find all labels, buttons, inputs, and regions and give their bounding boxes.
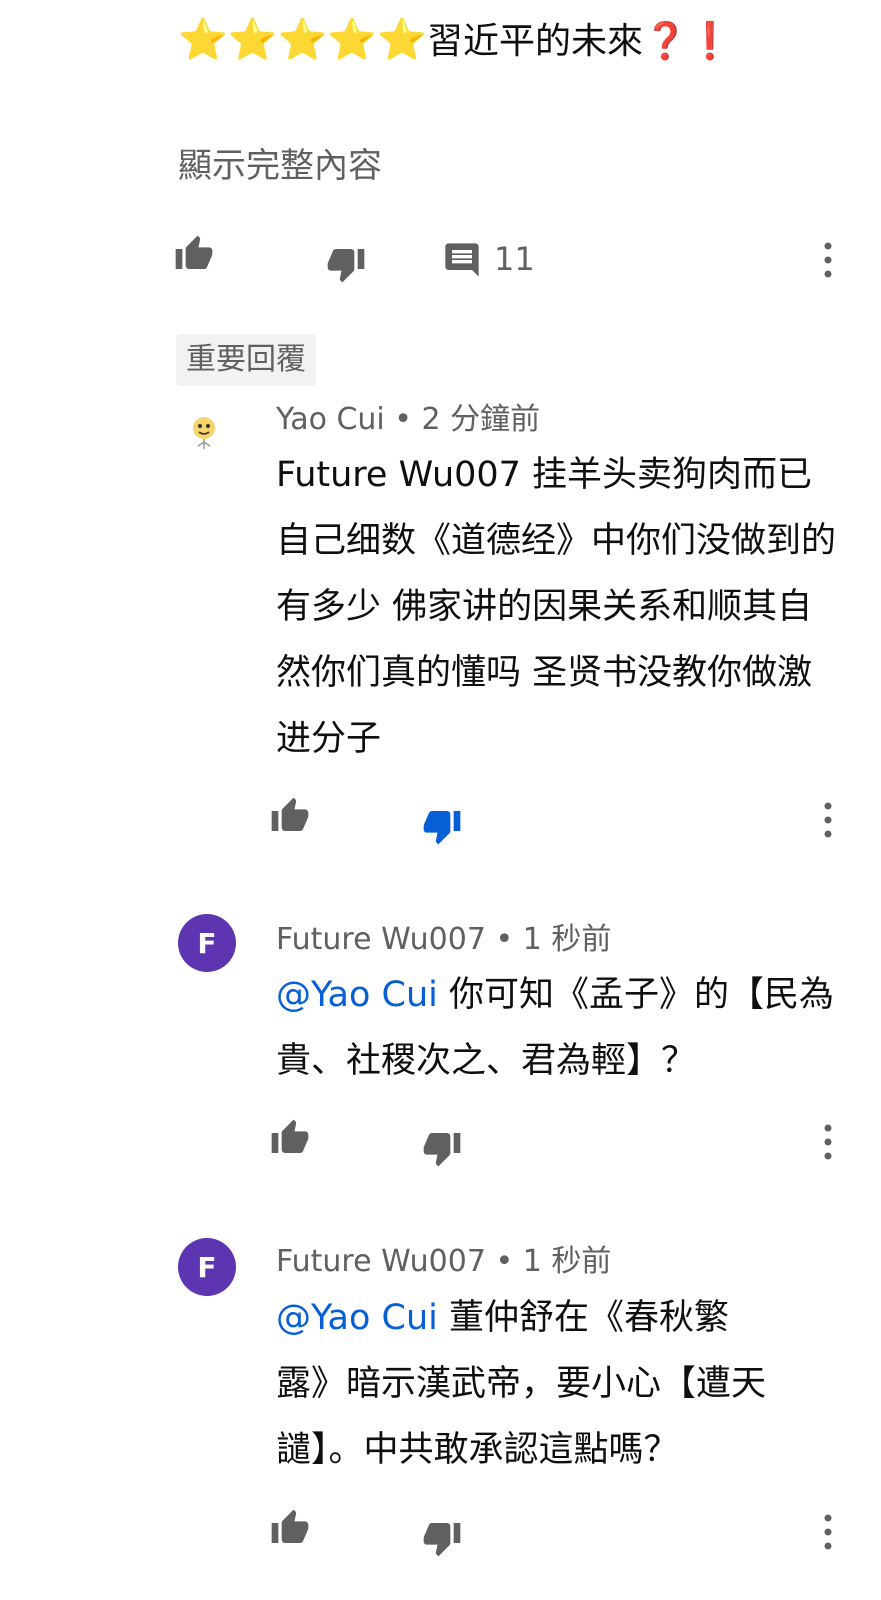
reply-text: Future Wu007 挂羊头卖狗肉而已自己细数《道德经》中你们没做到的有多少… bbox=[276, 442, 846, 772]
avatar[interactable]: F bbox=[178, 914, 236, 972]
dislike-icon-active[interactable] bbox=[422, 806, 462, 846]
parent-comment-text: ⭐⭐⭐⭐⭐習近平的未來❓❗ bbox=[178, 14, 733, 68]
mention-link[interactable]: @Yao Cui bbox=[276, 975, 438, 1015]
timestamp: 2 分鐘前 bbox=[421, 402, 541, 437]
mention-link[interactable]: @Yao Cui bbox=[276, 1298, 438, 1338]
avatar[interactable] bbox=[178, 404, 236, 462]
more-options-icon[interactable] bbox=[822, 1122, 834, 1162]
meta-separator: • bbox=[485, 1244, 523, 1279]
dislike-icon[interactable] bbox=[326, 244, 366, 284]
author-name[interactable]: Future Wu007 bbox=[276, 922, 486, 957]
avatar[interactable]: F bbox=[178, 1238, 236, 1296]
more-options-icon[interactable] bbox=[822, 800, 834, 840]
dislike-icon[interactable] bbox=[422, 1128, 462, 1168]
like-icon[interactable] bbox=[270, 796, 310, 836]
parent-text: 習近平的未來 bbox=[427, 21, 644, 62]
author-name[interactable]: Yao Cui bbox=[276, 402, 385, 437]
comment-icon[interactable] bbox=[442, 240, 482, 280]
reply-meta: Future Wu007 • 1 秒前 bbox=[276, 914, 611, 958]
reply-meta: Yao Cui • 2 分鐘前 bbox=[276, 394, 540, 438]
reply-count: 11 bbox=[494, 240, 535, 278]
timestamp: 1 秒前 bbox=[522, 1244, 612, 1279]
reply-meta: Future Wu007 • 1 秒前 bbox=[276, 1236, 611, 1280]
meta-separator: • bbox=[384, 402, 422, 437]
like-icon[interactable] bbox=[270, 1508, 310, 1548]
show-more-link[interactable]: 顯示完整內容 bbox=[178, 138, 382, 187]
more-options-icon[interactable] bbox=[822, 240, 834, 280]
timestamp: 1 秒前 bbox=[522, 922, 612, 957]
dislike-icon[interactable] bbox=[422, 1518, 462, 1558]
star-rating: ⭐⭐⭐⭐⭐ bbox=[178, 17, 428, 63]
top-replies-chip[interactable]: 重要回覆 bbox=[176, 334, 316, 386]
emoji-marks: ❓❗ bbox=[643, 21, 733, 62]
like-icon[interactable] bbox=[270, 1118, 310, 1158]
like-icon[interactable] bbox=[174, 234, 214, 274]
more-options-icon[interactable] bbox=[822, 1512, 834, 1552]
reply-body: Future Wu007 挂羊头卖狗肉而已自己细数《道德经》中你们没做到的有多少… bbox=[276, 455, 837, 759]
author-name[interactable]: Future Wu007 bbox=[276, 1244, 486, 1279]
meta-separator: • bbox=[485, 922, 523, 957]
reply-text: @Yao Cui 你可知《孟子》的【民為貴、社稷次之、君為輕】？ bbox=[276, 962, 846, 1094]
reply-text: @Yao Cui 董仲舒在《春秋繁露》暗示漢武帝，要小心【遭天譴】。中共敢承認這… bbox=[276, 1285, 776, 1483]
